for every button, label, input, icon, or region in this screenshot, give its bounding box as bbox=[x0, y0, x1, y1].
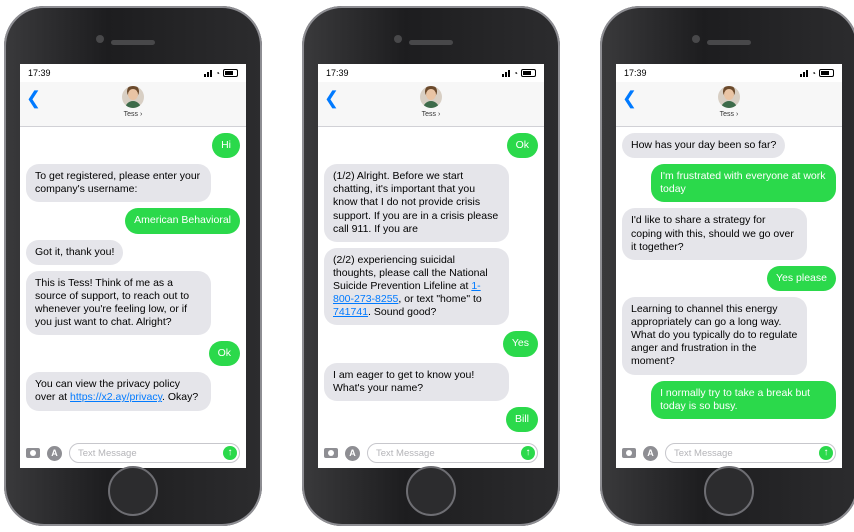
phone-screen: 17:39 ◔ ❮ Tess › How has your day been s… bbox=[616, 64, 842, 468]
message-link[interactable]: 741741 bbox=[333, 306, 368, 318]
outgoing-message-bubble: I'm frustrated with everyone at work tod… bbox=[651, 164, 836, 203]
conversation-header: ❮ Tess › bbox=[616, 82, 842, 127]
home-button[interactable] bbox=[704, 466, 754, 516]
contact-name[interactable]: Tess › bbox=[318, 111, 544, 118]
message-text: . Sound good? bbox=[368, 306, 437, 319]
camera-icon[interactable] bbox=[324, 448, 338, 458]
battery-icon bbox=[223, 69, 238, 77]
outgoing-message-bubble: Yes please bbox=[767, 265, 836, 291]
send-arrow-icon[interactable]: ↑ bbox=[819, 446, 833, 460]
camera-icon[interactable] bbox=[26, 448, 40, 458]
conversation-header: ❮ Tess › bbox=[318, 82, 544, 127]
outgoing-message-bubble: American Behavioral bbox=[125, 208, 240, 234]
wifi-icon: ◔ bbox=[215, 68, 220, 78]
outgoing-message-bubble: Ok bbox=[506, 133, 538, 159]
status-bar: 17:39 ◔ bbox=[318, 64, 544, 82]
message-thread: How has your day been so far? I'm frustra… bbox=[616, 127, 842, 434]
phone-2: 17:39 ◔ ❮ Tess › Ok (1/2) Alright. Before… bbox=[302, 6, 560, 526]
app-store-icon[interactable]: A bbox=[643, 445, 658, 461]
compose-bar: A Text Message ↑ bbox=[20, 438, 246, 468]
app-store-icon[interactable]: A bbox=[345, 445, 360, 461]
back-chevron-icon[interactable]: ❮ bbox=[622, 88, 637, 109]
incoming-message-bubble: Got it, thank you! bbox=[26, 239, 124, 265]
status-time: 17:39 bbox=[326, 68, 349, 78]
front-camera bbox=[692, 35, 700, 43]
wifi-icon: ◔ bbox=[513, 68, 518, 78]
message-text: (2/2) experiencing suicidal thoughts, pl… bbox=[333, 253, 488, 292]
app-store-icon[interactable]: A bbox=[47, 445, 62, 461]
phone-screen: 17:39 ◔ ❮ Tess › Ok (1/2) Alright. Before… bbox=[318, 64, 544, 468]
home-button[interactable] bbox=[108, 466, 158, 516]
incoming-message-bubble: To get registered, please enter your com… bbox=[26, 164, 211, 203]
outgoing-message-bubble: Yes bbox=[502, 331, 538, 357]
wifi-icon: ◔ bbox=[811, 68, 816, 78]
status-icons: ◔ bbox=[502, 69, 536, 78]
avatar[interactable] bbox=[122, 86, 144, 108]
home-button[interactable] bbox=[406, 466, 456, 516]
contact-name[interactable]: Tess › bbox=[20, 111, 246, 118]
message-input[interactable]: Text Message ↑ bbox=[69, 443, 240, 463]
status-time: 17:39 bbox=[28, 68, 51, 78]
message-input-placeholder: Text Message bbox=[674, 447, 733, 459]
incoming-message-bubble: This is Tess! Think of me as a source of… bbox=[26, 270, 211, 336]
outgoing-message-bubble: Hi bbox=[212, 133, 240, 159]
send-arrow-icon[interactable]: ↑ bbox=[223, 446, 237, 460]
conversation-header: ❮ Tess › bbox=[20, 82, 246, 127]
status-icons: ◔ bbox=[204, 69, 238, 78]
back-chevron-icon[interactable]: ❮ bbox=[324, 88, 339, 109]
message-input-placeholder: Text Message bbox=[78, 447, 137, 459]
incoming-message-bubble: I'd like to share a strategy for coping … bbox=[622, 208, 807, 260]
phone-1: 17:39 ◔ ❮ Tess › Hi To get registered, pl… bbox=[4, 6, 262, 526]
outgoing-message-bubble: I normally try to take a break but today… bbox=[651, 380, 836, 419]
incoming-message-bubble: You can view the privacy policy over at … bbox=[26, 372, 211, 411]
status-icons: ◔ bbox=[800, 69, 834, 78]
earpiece-speaker bbox=[707, 40, 751, 45]
battery-icon bbox=[819, 69, 834, 77]
back-chevron-icon[interactable]: ❮ bbox=[26, 88, 41, 109]
incoming-message-bubble: (1/2) Alright. Before we start chatting,… bbox=[324, 164, 509, 242]
message-text: . Okay? bbox=[162, 391, 199, 404]
message-input-placeholder: Text Message bbox=[376, 447, 435, 459]
phone-screen: 17:39 ◔ ❮ Tess › Hi To get registered, pl… bbox=[20, 64, 246, 468]
compose-bar: A Text Message ↑ bbox=[318, 438, 544, 468]
incoming-message-bubble: (2/2) experiencing suicidal thoughts, pl… bbox=[324, 247, 509, 326]
incoming-message-bubble: How has your day been so far? bbox=[622, 133, 786, 159]
contact-name[interactable]: Tess › bbox=[616, 111, 842, 118]
status-time: 17:39 bbox=[624, 68, 647, 78]
compose-bar: A Text Message ↑ bbox=[616, 438, 842, 468]
message-thread: Ok (1/2) Alright. Before we start chattin… bbox=[318, 127, 544, 434]
phone-3: 17:39 ◔ ❮ Tess › How has your day been s… bbox=[600, 6, 854, 526]
signal-icon bbox=[800, 69, 809, 77]
battery-icon bbox=[521, 69, 536, 77]
incoming-message-bubble: I am eager to get to know you! What's yo… bbox=[324, 362, 509, 401]
message-thread: Hi To get registered, please enter your c… bbox=[20, 127, 246, 434]
front-camera bbox=[96, 35, 104, 43]
incoming-message-bubble: Learning to channel this energy appropri… bbox=[622, 296, 807, 375]
avatar[interactable] bbox=[718, 86, 740, 108]
message-link[interactable]: https://x2.ay/privacy bbox=[70, 391, 162, 403]
signal-icon bbox=[204, 69, 213, 77]
outgoing-message-bubble: Ok bbox=[208, 341, 240, 367]
avatar[interactable] bbox=[420, 86, 442, 108]
status-bar: 17:39 ◔ bbox=[20, 64, 246, 82]
outgoing-message-bubble: Bill bbox=[505, 406, 538, 432]
front-camera bbox=[394, 35, 402, 43]
send-arrow-icon[interactable]: ↑ bbox=[521, 446, 535, 460]
message-input[interactable]: Text Message ↑ bbox=[665, 443, 836, 463]
signal-icon bbox=[502, 69, 511, 77]
status-bar: 17:39 ◔ bbox=[616, 64, 842, 82]
message-text: , or text "home" to bbox=[398, 293, 482, 306]
earpiece-speaker bbox=[111, 40, 155, 45]
camera-icon[interactable] bbox=[622, 448, 636, 458]
message-input[interactable]: Text Message ↑ bbox=[367, 443, 538, 463]
earpiece-speaker bbox=[409, 40, 453, 45]
